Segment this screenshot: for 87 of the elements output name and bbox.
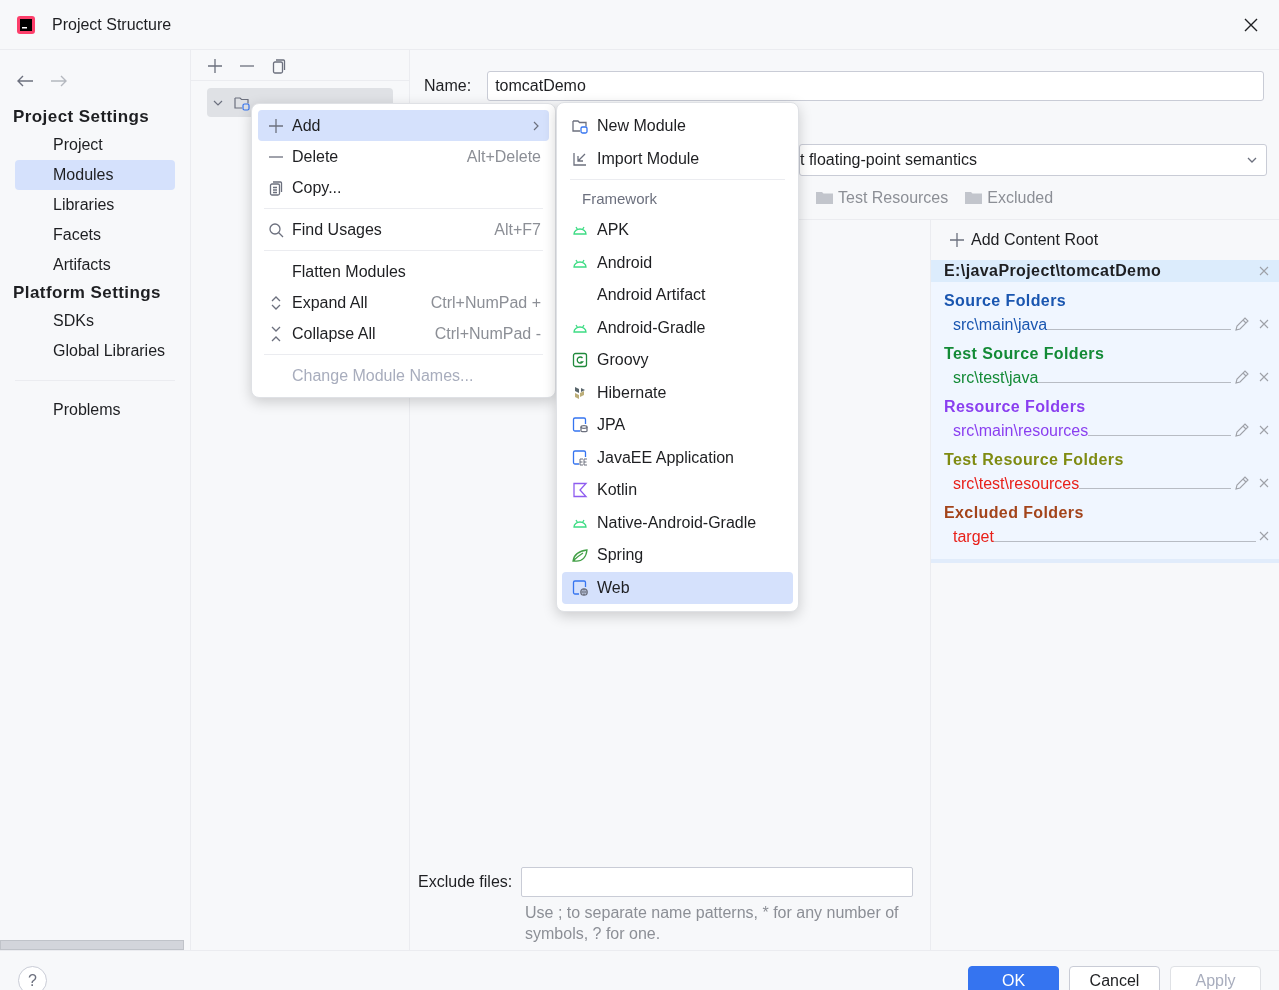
folder-group-title: Test Source Folders bbox=[943, 344, 1106, 364]
close-icon[interactable] bbox=[1259, 266, 1269, 276]
folder-path: src\test\resources bbox=[953, 474, 1080, 494]
menu-item[interactable]: APK bbox=[562, 214, 793, 247]
sidebar-item[interactable]: Global Libraries bbox=[15, 336, 175, 366]
menu-item[interactable]: Android bbox=[562, 246, 793, 279]
dialog-button[interactable]: Cancel bbox=[1069, 966, 1160, 990]
database-icon bbox=[571, 416, 589, 435]
add-content-root-button[interactable]: Add Content Root bbox=[949, 228, 1099, 252]
name-label: Name: bbox=[424, 76, 472, 96]
window-title: Project Structure bbox=[52, 14, 172, 35]
menu-item[interactable]: Delete Alt+Delete bbox=[258, 141, 549, 172]
app-logo-icon bbox=[16, 14, 36, 35]
exclude-files-field[interactable] bbox=[521, 867, 914, 897]
menu-item[interactable]: Import Module bbox=[562, 142, 793, 175]
sidebar-item[interactable]: Libraries bbox=[15, 190, 175, 220]
folder-path: src\main\resources bbox=[953, 421, 1089, 441]
language-level-dropdown[interactable]: t floating-point semantics bbox=[799, 144, 1267, 176]
sidebar-heading: Platform Settings bbox=[12, 282, 162, 305]
menu-item[interactable]: New Module bbox=[562, 110, 793, 143]
copy-icon bbox=[268, 179, 284, 196]
minus-icon bbox=[268, 155, 284, 158]
folder-icon bbox=[571, 117, 589, 136]
sidebar-item[interactable]: Facets bbox=[15, 220, 175, 250]
dialog-button[interactable]: OK bbox=[968, 966, 1059, 990]
menu-item[interactable]: Collapse All Ctrl+NumPad - bbox=[258, 318, 549, 349]
close-icon bbox=[1244, 17, 1258, 32]
folder-group-title: Source Folders bbox=[943, 291, 1068, 311]
menu-item[interactable]: Kotlin bbox=[562, 474, 793, 507]
sidebar-heading: Project Settings bbox=[12, 106, 151, 129]
name-field[interactable]: tomcatDemo bbox=[487, 71, 1264, 101]
folder-path: target bbox=[953, 527, 994, 547]
menu-item[interactable]: JavaEE Application bbox=[562, 441, 793, 474]
folder-group-title: Test Resource Folders bbox=[943, 450, 1125, 470]
add-button[interactable] bbox=[207, 57, 223, 74]
menu-item[interactable]: Copy... bbox=[258, 172, 549, 203]
globe-icon bbox=[571, 578, 589, 597]
sidebar-item[interactable]: SDKs bbox=[15, 306, 175, 336]
folder-icon bbox=[815, 189, 834, 206]
close-icon[interactable] bbox=[1259, 319, 1269, 329]
forward-button[interactable] bbox=[50, 74, 68, 88]
leaf-icon bbox=[571, 546, 589, 565]
folder-path: src\main\java bbox=[953, 315, 1048, 335]
folder-icon bbox=[964, 189, 984, 206]
menu-item[interactable]: Android-Gradle bbox=[562, 311, 793, 344]
plus-icon bbox=[949, 232, 965, 248]
pencil-icon[interactable] bbox=[1234, 369, 1250, 385]
menu-item[interactable]: Native-Android-Gradle bbox=[562, 506, 793, 539]
javaee-icon bbox=[571, 448, 589, 467]
close-icon[interactable] bbox=[1259, 478, 1269, 488]
content-root-path: E:\javaProject\tomcatDemo bbox=[944, 261, 1162, 281]
menu-item[interactable]: Add bbox=[258, 110, 549, 141]
folder-group-title: Resource Folders bbox=[943, 397, 1087, 417]
menu-item[interactable]: Expand All Ctrl+NumPad + bbox=[258, 287, 549, 318]
plus-icon bbox=[207, 57, 223, 74]
menu-item[interactable]: Groovy bbox=[562, 344, 793, 377]
help-button[interactable]: ? bbox=[18, 966, 47, 990]
close-icon[interactable] bbox=[1259, 425, 1269, 435]
folder-group-title: Excluded Folders bbox=[943, 503, 1085, 523]
menu-item[interactable]: Hibernate bbox=[562, 376, 793, 409]
sidebar-item[interactable]: Problems bbox=[15, 395, 175, 425]
close-icon[interactable] bbox=[1259, 531, 1269, 541]
back-button[interactable] bbox=[16, 74, 34, 88]
hint-text: Use ; to separate name patterns, * for any number of symbols, ? for one. bbox=[525, 903, 900, 944]
menu-item[interactable]: Spring bbox=[562, 539, 793, 572]
close-icon[interactable] bbox=[1259, 372, 1269, 382]
scrollbar[interactable] bbox=[0, 940, 184, 950]
copy-button[interactable] bbox=[271, 57, 287, 74]
exclude-files-label: Exclude files: bbox=[418, 872, 513, 892]
folder-path: src\test\java bbox=[953, 368, 1039, 388]
menu-item[interactable]: Android Artifact bbox=[562, 279, 793, 312]
pencil-icon[interactable] bbox=[1234, 475, 1250, 491]
menu-header: Framework bbox=[581, 188, 658, 209]
menu-item[interactable]: Web bbox=[562, 571, 793, 604]
groovy-icon bbox=[571, 351, 589, 370]
plus-icon bbox=[268, 117, 284, 134]
sidebar-item[interactable]: Modules bbox=[15, 160, 175, 190]
minus-icon bbox=[239, 64, 255, 67]
search-icon bbox=[268, 221, 284, 238]
menu-item[interactable]: Find Usages Alt+F7 bbox=[258, 214, 549, 245]
menu-item[interactable]: JPA bbox=[562, 409, 793, 442]
pencil-icon[interactable] bbox=[1234, 422, 1250, 438]
menu-item[interactable]: Flatten Modules bbox=[258, 256, 549, 287]
sidebar-item[interactable]: Artifacts bbox=[15, 250, 175, 280]
kotlin-icon bbox=[571, 481, 589, 500]
sidebar-item[interactable]: Project bbox=[15, 130, 175, 160]
pencil-icon[interactable] bbox=[1234, 316, 1250, 332]
